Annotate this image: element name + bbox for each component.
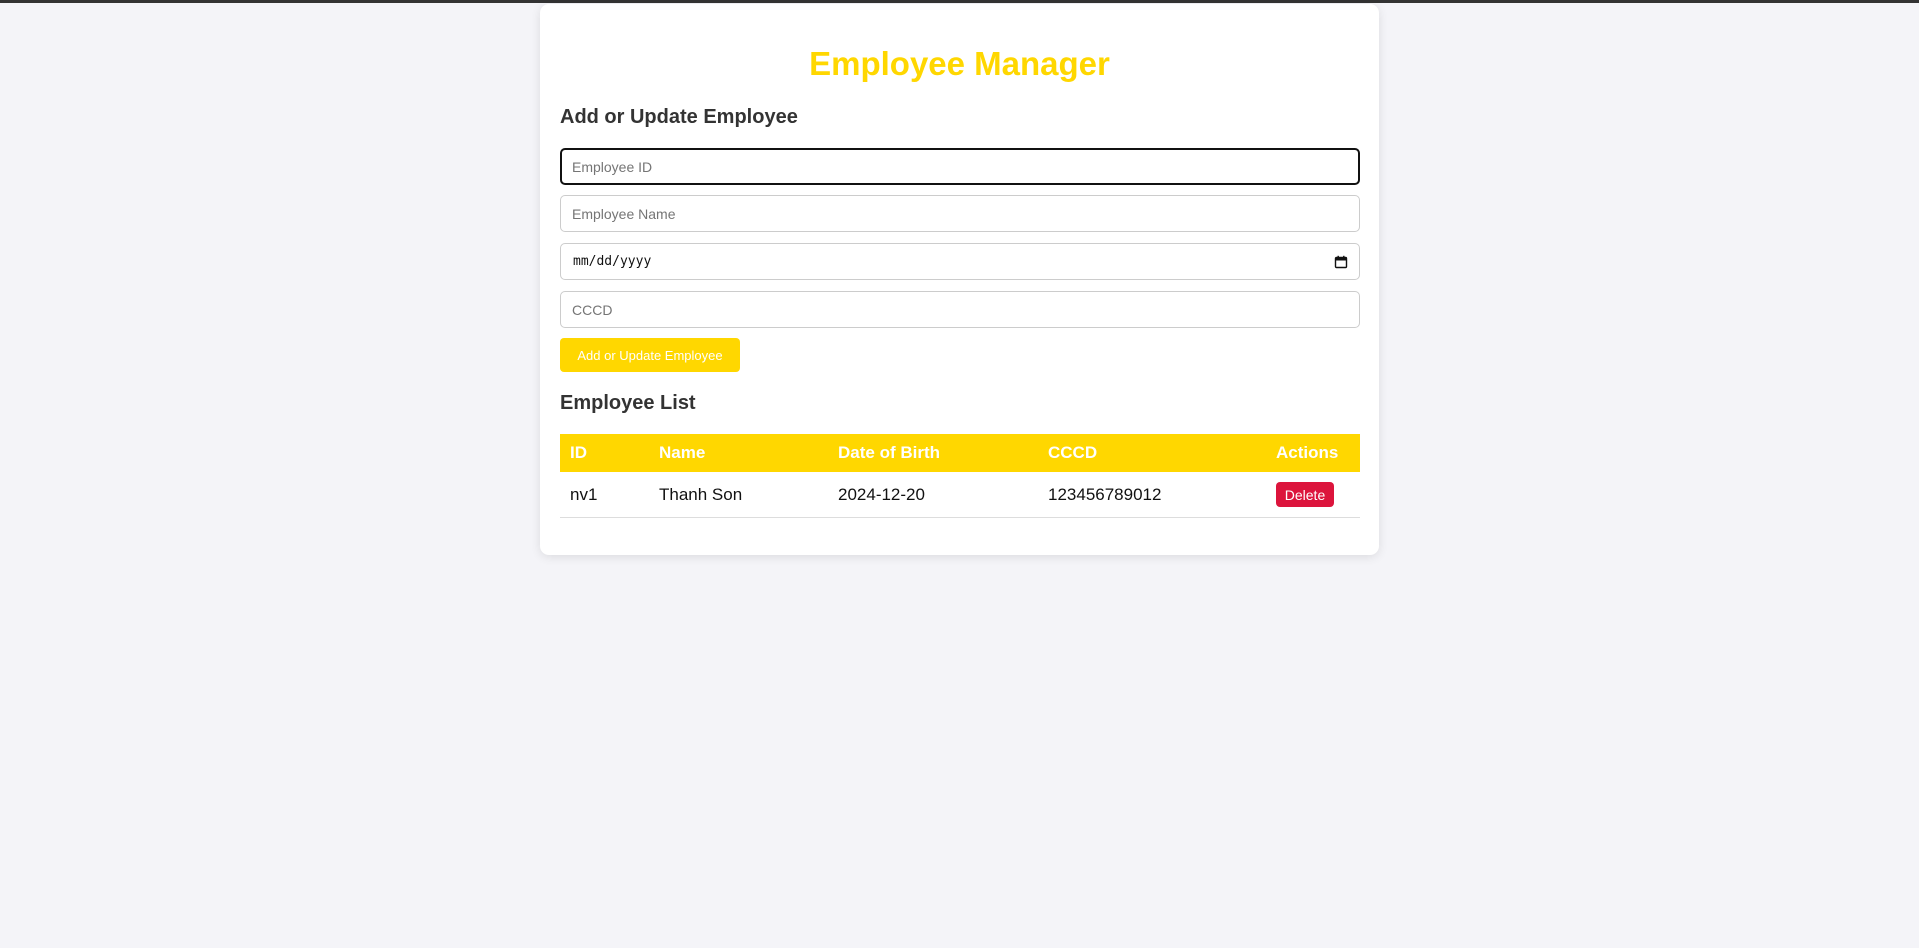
add-or-update-employee-button[interactable]: Add or Update Employee — [560, 338, 740, 372]
calendar-icon[interactable] — [1334, 255, 1348, 269]
employee-table: ID Name Date of Birth CCCD Actions nv1 T… — [560, 434, 1360, 518]
column-header-name: Name — [659, 443, 706, 462]
employee-table-body: nv1 Thanh Son 2024-12-20 123456789012 De… — [560, 472, 1360, 518]
employee-manager-card: Employee Manager Add or Update Employee … — [540, 4, 1379, 555]
cell-date-of-birth: 2024-12-20 — [828, 472, 1038, 518]
employee-table-header: ID Name Date of Birth CCCD Actions — [560, 434, 1360, 472]
employee-id-input[interactable] — [560, 148, 1360, 185]
table-row: nv1 Thanh Son 2024-12-20 123456789012 De… — [560, 472, 1360, 518]
delete-button[interactable]: Delete — [1276, 482, 1334, 507]
employee-list-heading: Employee List — [560, 392, 696, 414]
page-title: Employee Manager — [809, 45, 1110, 82]
date-placeholder: mm/dd/yyyy — [573, 254, 652, 269]
column-header-id: ID — [570, 443, 587, 462]
employee-name-input[interactable] — [560, 195, 1360, 232]
form-heading: Add or Update Employee — [560, 106, 798, 128]
cell-name: Thanh Son — [649, 472, 828, 518]
browser-top-border — [0, 0, 1919, 3]
date-of-birth-input[interactable]: mm/dd/yyyy — [560, 243, 1360, 280]
cell-cccd: 123456789012 — [1038, 472, 1266, 518]
cell-id: nv1 — [560, 472, 649, 518]
column-header-actions: Actions — [1276, 443, 1339, 462]
cell-actions: Delete — [1266, 472, 1360, 518]
table-header-row: ID Name Date of Birth CCCD Actions — [560, 434, 1360, 472]
column-header-cccd: CCCD — [1048, 443, 1098, 462]
column-header-date-of-birth: Date of Birth — [838, 443, 940, 462]
cccd-input[interactable] — [560, 291, 1360, 328]
